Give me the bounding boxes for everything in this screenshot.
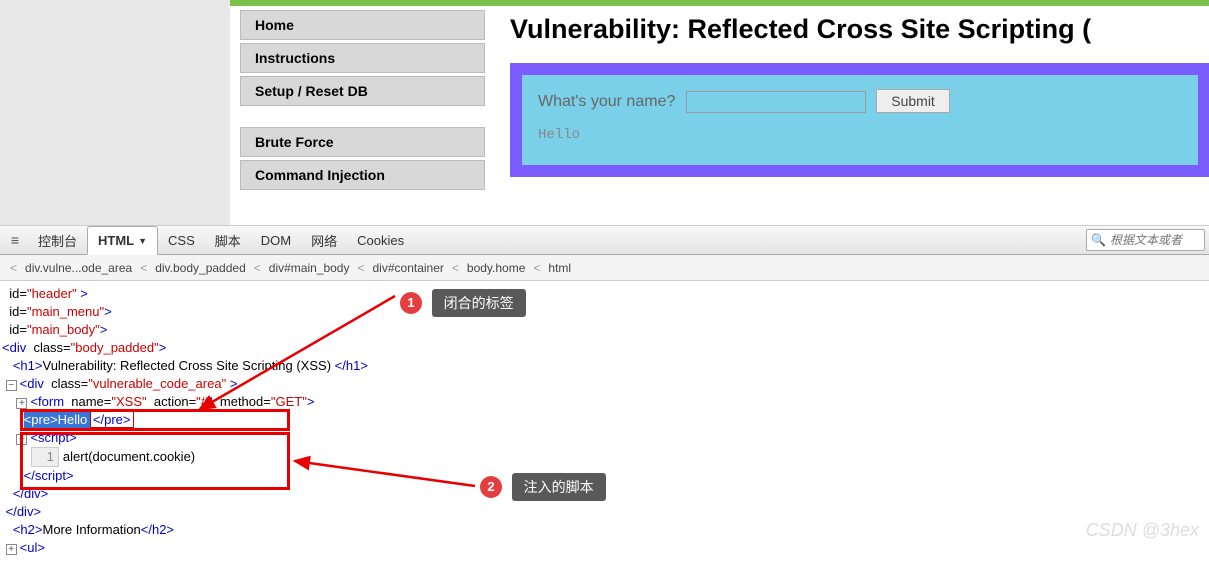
tab-cookies[interactable]: Cookies — [347, 226, 414, 254]
tab-html-label: HTML — [98, 233, 134, 248]
search-icon: 🔍 — [1091, 233, 1106, 247]
breadcrumb: < div.vulne...ode_area< div.body_padded<… — [0, 255, 1209, 281]
menu-setup[interactable]: Setup / Reset DB — [240, 76, 485, 106]
collapse-icon[interactable]: − — [16, 434, 27, 445]
left-sidebar — [0, 0, 230, 225]
crumb-3[interactable]: div#container — [373, 261, 444, 275]
menu-cmdinj[interactable]: Command Injection — [240, 160, 485, 190]
accent-strip — [230, 0, 1209, 6]
selected-node[interactable]: <pre>Hello </pre> — [24, 411, 133, 429]
watermark: CSDN @3hex — [1086, 520, 1199, 541]
name-label: What's your name? — [538, 93, 675, 110]
page-title: Vulnerability: Reflected Cross Site Scri… — [510, 14, 1209, 45]
callout-1: 1 闭合的标签 — [400, 289, 526, 317]
menu-bruteforce[interactable]: Brute Force — [240, 127, 485, 157]
expand-icon[interactable]: + — [6, 544, 17, 555]
output-pre: Hello — [538, 127, 1182, 143]
expand-icon[interactable]: + — [16, 398, 27, 409]
nav-menu: Home Instructions Setup / Reset DB Brute… — [240, 10, 485, 193]
menu-home[interactable]: Home — [240, 10, 485, 40]
tab-console[interactable]: 控制台 — [28, 226, 87, 254]
form-inner: What's your name? Submit Hello — [522, 75, 1198, 165]
crumb-5[interactable]: html — [548, 261, 571, 275]
crumb-sep: < — [10, 261, 17, 275]
menu-instructions[interactable]: Instructions — [240, 43, 485, 73]
tab-dom[interactable]: DOM — [251, 226, 301, 254]
crumb-1[interactable]: div.body_padded — [155, 261, 246, 275]
form-outer: What's your name? Submit Hello — [510, 63, 1209, 177]
search-input[interactable] — [1110, 233, 1200, 247]
badge-1: 1 — [400, 292, 422, 314]
crumb-4[interactable]: body.home — [467, 261, 525, 275]
name-input[interactable] — [686, 91, 866, 113]
tab-script[interactable]: 脚本 — [205, 226, 251, 254]
crumb-0[interactable]: div.vulne...ode_area — [25, 261, 132, 275]
devtools-tabs: ≡ 控制台 HTML ▼ CSS 脚本 DOM 网络 Cookies 🔍 — [0, 225, 1209, 255]
callout-1-label: 闭合的标签 — [432, 289, 526, 317]
callout-2: 2 注入的脚本 — [480, 473, 606, 501]
tab-html[interactable]: HTML ▼ — [87, 226, 158, 255]
html-source[interactable]: id="header" > id="main_menu"> id="main_b… — [0, 281, 1209, 561]
line-number: 1 — [31, 447, 59, 467]
crumb-2[interactable]: div#main_body — [269, 261, 350, 275]
closed-tag: </pre> — [91, 412, 133, 427]
web-page: Home Instructions Setup / Reset DB Brute… — [0, 0, 1209, 225]
submit-button[interactable]: Submit — [876, 89, 950, 113]
tab-css[interactable]: CSS — [158, 226, 205, 254]
main-content: Vulnerability: Reflected Cross Site Scri… — [510, 14, 1209, 177]
tab-network[interactable]: 网络 — [301, 226, 347, 254]
badge-2: 2 — [480, 476, 502, 498]
callout-2-label: 注入的脚本 — [512, 473, 606, 501]
caret-icon: ▼ — [138, 236, 147, 246]
collapse-icon[interactable]: − — [6, 380, 17, 391]
search-box[interactable]: 🔍 — [1086, 229, 1205, 251]
menu-icon[interactable]: ≡ — [6, 232, 24, 248]
